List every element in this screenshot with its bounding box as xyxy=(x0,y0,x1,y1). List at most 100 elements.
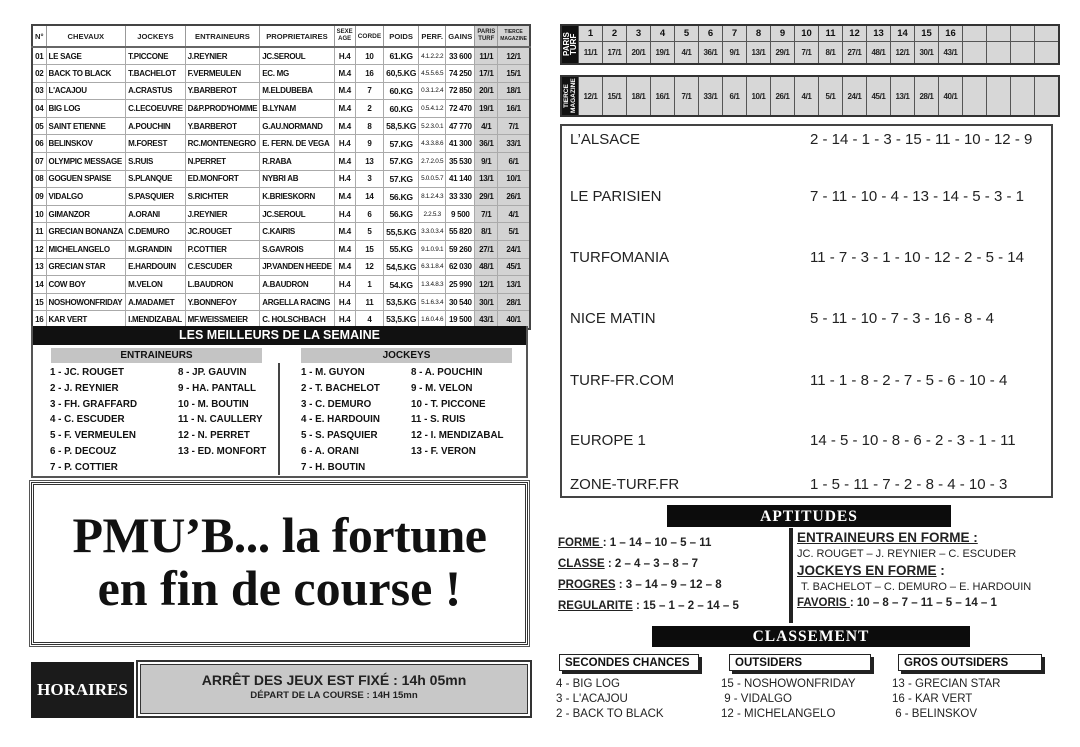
runner-trainer: F.VERMEULEN xyxy=(184,64,261,83)
col-chevaux: CHEVAUX xyxy=(45,24,127,48)
best-jockey-item: 5 - S. PASQUIER xyxy=(301,430,378,442)
runner-poids: 55,5.KG xyxy=(383,222,420,242)
runner-row: 12 MICHELANGELO M.GRANDIN P.COTTIER S.GAVROI… xyxy=(31,240,531,259)
runner-trainer: L.BAUDRON xyxy=(184,275,261,294)
runner-tierce-magazine: 10/1 xyxy=(497,169,531,189)
runner-row: 01 LE SAGE T.PICCONE J.REYNIER JC.SEROUL H.4 1… xyxy=(31,46,531,66)
runner-number: 15 xyxy=(915,26,938,42)
prediction-source: NICE MATIN xyxy=(570,310,656,327)
tierce-magazine-odds xyxy=(963,77,986,115)
runner-jockey: C.LECOEUVRE xyxy=(125,99,186,118)
tierce-magazine-odds: 5/1 xyxy=(825,91,836,101)
tierce-magazine-cell: 15/1 xyxy=(602,77,626,115)
horaires-box: ARRÊT DES JEUX EST FIXÉ : 14h 05mn DÉPAR… xyxy=(136,660,532,718)
runner-trainer: JC.ROUGET xyxy=(184,222,261,242)
paris-turf-odds-grid: PARIS TURF 1 11/1 2 17/1 3 20/1 4 19/1 5 4/1 6 36/1… xyxy=(560,24,1060,65)
runner-owner: EC. MG xyxy=(259,64,335,83)
runner-paris-turf: 11/1 xyxy=(474,46,499,66)
runner-number: 1 xyxy=(579,26,602,42)
tierce-magazine-odds: 33/1 xyxy=(703,91,718,101)
runner-horse: SAINT ETIENNE xyxy=(45,116,127,136)
classement-group-label: GROS OUTSIDERS xyxy=(898,654,1042,671)
favoris-label: FAVORIS xyxy=(797,597,850,609)
runner-tierce-magazine: 16/1 xyxy=(497,99,531,118)
runner-owner: C.KAIRIS xyxy=(259,222,335,242)
runner-number: 4 xyxy=(651,26,674,42)
paris-turf-cell: 5 4/1 xyxy=(674,26,698,63)
tierce-magazine-odds: 45/1 xyxy=(871,91,886,101)
slogan-line-2: en fin de course ! xyxy=(97,560,462,616)
runner-sex-age: M.4 xyxy=(333,116,356,136)
runner-tierce-magazine: 28/1 xyxy=(497,292,531,312)
runner-paris-turf: 36/1 xyxy=(474,134,499,154)
classement-group-list: 15 - NOSHOWONFRIDAY 9 - VIDALGO 12 - MICH… xyxy=(721,677,856,722)
runner-poids: 54.KG xyxy=(383,275,420,294)
runner-trainer: RC.MONTENEGRO xyxy=(184,134,261,154)
classement-group-label: SECONDES CHANCES xyxy=(559,654,699,671)
runner-gains: 72 470 xyxy=(445,99,476,118)
runner-num: 02 xyxy=(31,64,47,83)
runner-corde: 9 xyxy=(354,134,385,154)
jockeys-in-form: T. BACHELOT – C. DEMURO – E. HARDOUIN xyxy=(801,581,1032,593)
best-of-week-divider xyxy=(278,363,280,475)
runner-jockey: A.POUCHIN xyxy=(125,116,186,136)
runner-num: 15 xyxy=(31,292,47,312)
prediction-source: ZONE-TURF.FR xyxy=(570,476,680,493)
tierce-magazine-odds xyxy=(987,77,1010,115)
paris-turf-odds xyxy=(1011,42,1034,63)
runner-trainer: C.ESCUDER xyxy=(184,257,261,277)
best-trainer-item: 12 - N. PERRET xyxy=(178,430,250,442)
tierce-magazine-cells: 12/1 15/1 18/1 16/1 7/1 33/1 6/1 10/1 26/1 4/1 5/1… xyxy=(578,77,1058,115)
paris-turf-cell: 16 43/1 xyxy=(938,26,962,63)
runner-poids: 53,5.KG xyxy=(383,292,420,312)
prediction-selection: 2 - 14 - 1 - 3 - 15 - 11 - 10 - 12 - 9 xyxy=(810,131,1033,148)
runner-tierce-magazine: 26/1 xyxy=(497,187,531,206)
runner-gains: 41 140 xyxy=(445,169,476,189)
trainers-in-form-title: ENTRAINEURS EN FORME : xyxy=(797,530,978,545)
classement-item: 15 - NOSHOWONFRIDAY xyxy=(721,678,856,690)
tierce-magazine-cell xyxy=(986,77,1010,115)
runner-paris-turf: 7/1 xyxy=(474,204,499,224)
runner-gains: 55 820 xyxy=(445,222,476,242)
runner-tierce-magazine: 15/1 xyxy=(497,64,531,83)
runner-corde: 11 xyxy=(354,292,385,312)
runner-poids: 60,5.KG xyxy=(383,64,420,83)
runner-tierce-magazine: 45/1 xyxy=(497,257,531,277)
runner-num: 01 xyxy=(31,46,47,66)
paris-turf-odds: 9/1 xyxy=(729,48,740,57)
tierce-magazine-odds: 13/1 xyxy=(895,91,910,101)
runner-jockey: S.PLANQUE xyxy=(125,169,186,189)
runner-corde: 13 xyxy=(354,152,385,171)
tierce-magazine-cell: 16/1 xyxy=(650,77,674,115)
paris-turf-cell: 1 11/1 xyxy=(578,26,602,63)
col-corde: CORDE xyxy=(354,24,385,48)
prediction-selection: 1 - 5 - 11 - 7 - 2 - 8 - 4 - 10 - 3 xyxy=(810,476,1008,493)
runner-jockey: M.FOREST xyxy=(125,134,186,154)
col-entraineurs: ENTRAINEURS xyxy=(184,24,261,48)
runner-jockey: T.BACHELOT xyxy=(125,64,186,83)
favoris-line: FAVORIS : 10 – 8 – 7 – 11 – 5 – 14 – 1 xyxy=(797,595,1031,612)
classement-item: 3 - L'ACAJOU xyxy=(556,693,628,705)
runner-poids: 60.KG xyxy=(383,81,420,101)
tierce-magazine-cell xyxy=(962,77,986,115)
runner-owner: B.LYNAM xyxy=(259,99,335,118)
runner-jockey: C.DEMURO xyxy=(125,222,186,242)
prediction-selection: 5 - 11 - 10 - 7 - 3 - 16 - 8 - 4 xyxy=(810,310,994,327)
runner-trainer: ED.MONFORT xyxy=(184,169,261,189)
runner-number: 9 xyxy=(771,26,794,42)
runner-corde: 14 xyxy=(354,187,385,206)
runner-horse: BIG LOG xyxy=(45,99,127,118)
runner-number: 2 xyxy=(603,26,626,42)
tierce-magazine-odds: 18/1 xyxy=(631,91,646,101)
col-poids: POIDS xyxy=(383,24,420,48)
runner-perf: 6.3.1.8.4 xyxy=(418,257,447,277)
aptitudes-list: FORME : 1 – 14 – 10 – 5 – 11 CLASSE : 2 –… xyxy=(558,533,739,617)
runner-paris-turf: 17/1 xyxy=(474,64,499,83)
paris-turf-cell: 2 17/1 xyxy=(602,26,626,63)
best-jockeys-header: JOCKEYS xyxy=(301,348,512,363)
paris-turf-odds: 43/1 xyxy=(943,48,958,57)
runner-perf: 4.1.2.2.2 xyxy=(418,46,447,66)
runner-row: 03 L'ACAJOU A.CRASTUS Y.BARBEROT M.ELDUBEBA M… xyxy=(31,81,531,101)
prediction-source: L’ALSACE xyxy=(570,131,641,148)
runner-paris-turf: 8/1 xyxy=(474,222,499,242)
